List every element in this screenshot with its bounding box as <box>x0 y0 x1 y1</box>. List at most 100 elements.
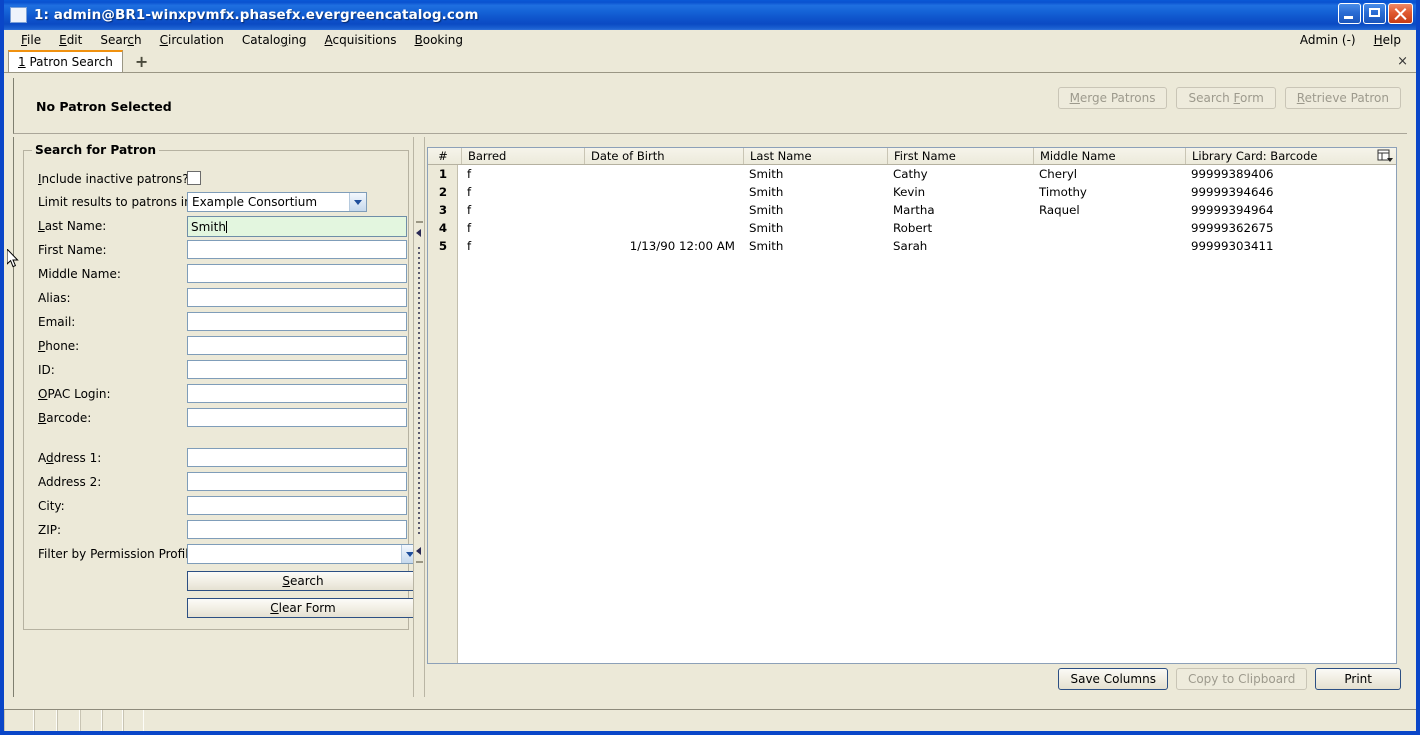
results-pane: # Barred Date of Birth Last Name First N… <box>426 137 1405 697</box>
id-input[interactable] <box>187 360 407 379</box>
cell-barcode: 99999389406 <box>1191 167 1274 181</box>
cell-barred: f <box>467 239 472 253</box>
cell-barcode: 99999362675 <box>1191 221 1274 235</box>
field-label: Middle Name: <box>38 267 121 281</box>
patron-header-actions: Merge Patrons Search Form Retrieve Patro… <box>1057 87 1401 109</box>
field-limit-results: Limit results to patrons in Example Cons… <box>32 192 400 214</box>
save-columns-button[interactable]: Save Columns <box>1058 668 1168 690</box>
patron-status-label: No Patron Selected <box>36 99 172 114</box>
column-picker-icon[interactable] <box>1377 149 1394 163</box>
collapse-left-arrow-icon-2[interactable] <box>416 547 421 555</box>
field-last-name: Last Name: Smith <box>32 216 407 238</box>
cell-middle-name <box>1033 237 1185 255</box>
menu-cataloging[interactable]: Cataloging <box>233 32 316 48</box>
cell-date-of-birth <box>584 183 743 201</box>
cell-middle-name: Timothy <box>1039 185 1087 199</box>
search-button[interactable]: Search <box>187 571 419 591</box>
cell-row-number: 1 <box>438 167 448 181</box>
field-label: ID: <box>38 363 55 377</box>
maximize-icon <box>1369 8 1380 17</box>
include-inactive-checkbox[interactable] <box>187 171 201 185</box>
column-header-last-name[interactable]: Last Name <box>743 148 887 164</box>
grid-body: 1 f Smith Cathy Cheryl 99999389406 2 f S… <box>428 165 1396 663</box>
menu-bar: File Edit Search Circulation Cataloging … <box>4 30 1416 50</box>
limit-results-value: Example Consortium <box>192 195 318 209</box>
field-label: Barcode: <box>38 411 92 425</box>
menu-admin[interactable]: Admin (-) <box>1291 32 1365 48</box>
address-2-input[interactable] <box>187 472 407 491</box>
field-first-name: First Name: <box>32 240 407 262</box>
first-name-input[interactable] <box>187 240 407 259</box>
search-form-button[interactable]: Search Form <box>1176 87 1276 109</box>
email-input[interactable] <box>187 312 407 331</box>
pane-splitter[interactable] <box>413 137 425 697</box>
maximize-button[interactable] <box>1363 3 1386 24</box>
menu-edit[interactable]: Edit <box>50 32 91 48</box>
chevron-down-icon <box>349 193 366 211</box>
menu-acquisitions[interactable]: Acquisitions <box>316 32 406 48</box>
patron-header-bar: No Patron Selected Merge Patrons Search … <box>13 78 1407 134</box>
opac-login-input[interactable] <box>187 384 407 403</box>
new-tab-button[interactable]: + <box>131 54 152 70</box>
table-row[interactable]: 3 f Smith Martha Raquel 99999394964 <box>428 201 1396 219</box>
status-segment-main <box>144 710 1416 731</box>
cell-middle-name: Raquel <box>1039 203 1080 217</box>
last-name-value: Smith <box>191 220 226 234</box>
cell-date-of-birth: 1/13/90 12:00 AM <box>629 239 735 253</box>
cell-barred: f <box>467 203 472 217</box>
row-clear-button: Clear Form <box>32 598 419 620</box>
cell-last-name: Smith <box>749 185 784 199</box>
field-id: ID: <box>32 360 407 382</box>
table-row[interactable]: 5 f 1/13/90 12:00 AM Smith Sarah 9999930… <box>428 237 1396 255</box>
close-button[interactable] <box>1388 3 1413 24</box>
column-header-date-of-birth[interactable]: Date of Birth <box>584 148 743 164</box>
status-segment <box>57 710 80 731</box>
minimize-button[interactable] <box>1338 3 1361 24</box>
close-tab-button[interactable]: × <box>1397 54 1408 69</box>
menu-help[interactable]: Help <box>1365 32 1410 48</box>
address-1-input[interactable] <box>187 448 407 467</box>
clear-form-button[interactable]: Clear Form <box>187 598 419 618</box>
retrieve-patron-button[interactable]: Retrieve Patron <box>1284 87 1401 109</box>
fieldset-legend: Search for Patron <box>32 143 160 157</box>
barcode-input[interactable] <box>187 408 407 427</box>
zip-input[interactable] <box>187 520 407 539</box>
column-header-barred[interactable]: Barred <box>461 148 581 164</box>
merge-patrons-button[interactable]: Merge Patrons <box>1057 87 1168 109</box>
cell-last-name: Smith <box>749 203 784 217</box>
menu-booking[interactable]: Booking <box>406 32 472 48</box>
menu-file[interactable]: File <box>12 32 50 48</box>
last-name-input[interactable]: Smith <box>187 216 407 237</box>
status-segment <box>123 710 144 731</box>
limit-results-select[interactable]: Example Consortium <box>187 192 367 212</box>
column-header-first-name[interactable]: First Name <box>887 148 1033 164</box>
cell-date-of-birth <box>584 201 743 219</box>
alias-input[interactable] <box>187 288 407 307</box>
field-label: Address 2: <box>38 475 102 489</box>
collapse-left-arrow-icon[interactable] <box>416 229 421 237</box>
minimize-icon <box>1344 16 1353 19</box>
table-row[interactable]: 2 f Smith Kevin Timothy 99999394646 <box>428 183 1396 201</box>
cell-date-of-birth <box>584 219 743 237</box>
print-button[interactable]: Print <box>1315 668 1401 690</box>
menu-search[interactable]: Search <box>91 32 150 48</box>
field-label: Alias: <box>38 291 71 305</box>
cell-barcode: 99999303411 <box>1191 239 1274 253</box>
tab-patron-search[interactable]: 1 Patron Search <box>8 50 123 72</box>
permission-profile-select[interactable] <box>187 544 419 564</box>
cell-barred: f <box>467 167 472 181</box>
column-header-number[interactable]: # <box>428 148 458 164</box>
column-header-library-card-barcode[interactable]: Library Card: Barcode <box>1185 148 1380 164</box>
column-header-middle-name[interactable]: Middle Name <box>1033 148 1185 164</box>
field-opac-login: OPAC Login: <box>32 384 407 406</box>
table-row[interactable]: 4 f Smith Robert 99999362675 <box>428 219 1396 237</box>
phone-input[interactable] <box>187 336 407 355</box>
table-row[interactable]: 1 f Smith Cathy Cheryl 99999389406 <box>428 165 1396 183</box>
field-label: Last Name: <box>38 219 107 233</box>
splitter-grip <box>418 247 420 537</box>
copy-to-clipboard-button[interactable]: Copy to Clipboard <box>1175 668 1308 690</box>
results-grid: # Barred Date of Birth Last Name First N… <box>427 147 1397 664</box>
menu-circulation[interactable]: Circulation <box>151 32 233 48</box>
city-input[interactable] <box>187 496 407 515</box>
middle-name-input[interactable] <box>187 264 407 283</box>
